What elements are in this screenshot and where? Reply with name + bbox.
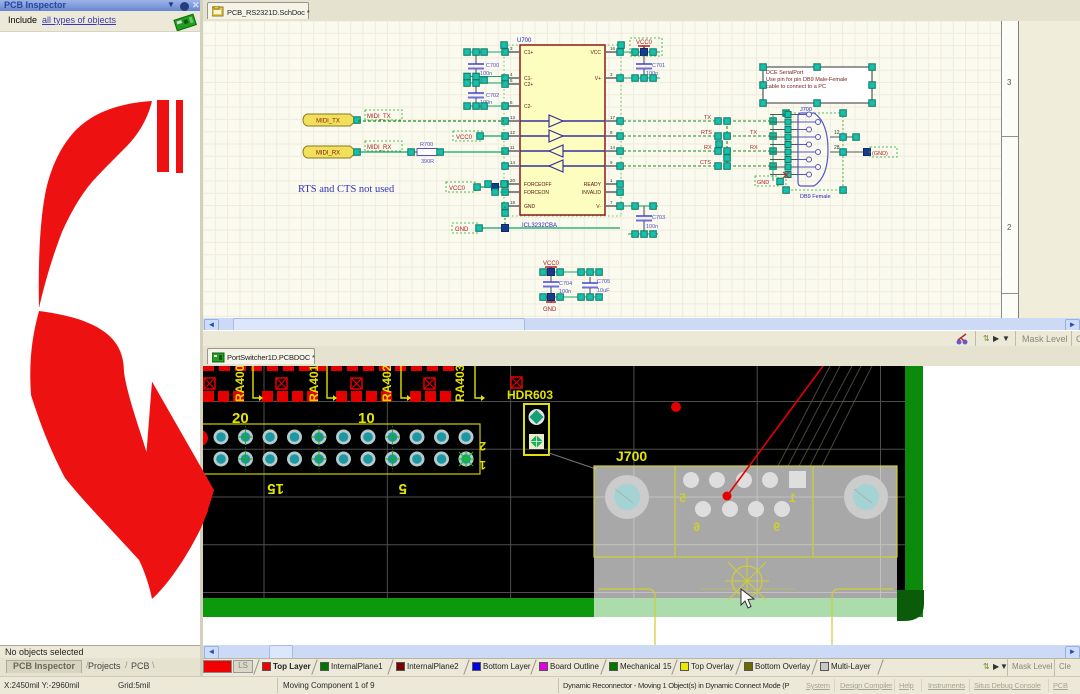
svg-text:6: 6 bbox=[693, 520, 700, 534]
svg-text:5: 5 bbox=[399, 480, 407, 497]
svg-text:100n: 100n bbox=[480, 71, 492, 77]
svg-text:READY: READY bbox=[584, 182, 602, 188]
svg-text:9: 9 bbox=[773, 520, 780, 534]
svg-text:18: 18 bbox=[510, 200, 516, 205]
svg-text:cable to connect to a PC: cable to connect to a PC bbox=[766, 84, 826, 90]
svg-text:RTS: RTS bbox=[701, 130, 712, 136]
svg-text:DCE SerialPort: DCE SerialPort bbox=[766, 70, 804, 76]
svg-text:RA402: RA402 bbox=[380, 366, 394, 402]
svg-text:20: 20 bbox=[510, 178, 516, 183]
svg-text:28: 28 bbox=[834, 145, 840, 151]
svg-text:C702: C702 bbox=[486, 93, 499, 99]
svg-text:C1+: C1+ bbox=[524, 50, 533, 56]
svg-text:GND: GND bbox=[543, 307, 557, 313]
svg-text:VCC0: VCC0 bbox=[543, 261, 560, 267]
svg-text:Use pin for pin DB9 Male-Femal: Use pin for pin DB9 Male-Female bbox=[766, 77, 847, 83]
svg-text:12: 12 bbox=[510, 130, 516, 135]
svg-text:13: 13 bbox=[510, 115, 516, 120]
svg-text:CTS: CTS bbox=[700, 160, 711, 166]
svg-text:VCC0: VCC0 bbox=[636, 40, 653, 46]
svg-text:10uF: 10uF bbox=[597, 288, 610, 294]
svg-text:GND: GND bbox=[524, 204, 536, 210]
svg-text:11: 11 bbox=[510, 145, 515, 150]
svg-text:5: 5 bbox=[679, 491, 686, 505]
svg-text:MIDI_RX: MIDI_RX bbox=[367, 145, 391, 151]
svg-text:FORCEON: FORCEON bbox=[524, 190, 549, 196]
svg-text:14: 14 bbox=[510, 160, 516, 165]
svg-text:MIDI_TX: MIDI_TX bbox=[367, 114, 391, 120]
svg-text:C703: C703 bbox=[652, 215, 665, 221]
svg-text:C701: C701 bbox=[652, 63, 665, 69]
svg-text:16: 16 bbox=[610, 46, 616, 51]
svg-text:VCC0: VCC0 bbox=[456, 135, 473, 141]
svg-text:12: 12 bbox=[834, 130, 840, 136]
svg-text:2: 2 bbox=[479, 439, 486, 453]
svg-text:C700: C700 bbox=[486, 63, 499, 69]
svg-text:RX: RX bbox=[750, 145, 758, 151]
svg-text:HDR603: HDR603 bbox=[507, 388, 553, 402]
svg-text:C705: C705 bbox=[597, 279, 610, 285]
svg-text:14: 14 bbox=[610, 145, 616, 150]
svg-text:DB9 Female: DB9 Female bbox=[800, 194, 831, 200]
svg-text:17: 17 bbox=[610, 115, 616, 120]
svg-text:100n: 100n bbox=[646, 224, 658, 230]
svg-text:J700: J700 bbox=[616, 448, 647, 464]
svg-text:10: 10 bbox=[358, 410, 375, 427]
svg-text:C2+: C2+ bbox=[524, 82, 533, 88]
svg-text:C704: C704 bbox=[559, 281, 572, 287]
svg-text:390R: 390R bbox=[421, 159, 434, 165]
svg-text:U700: U700 bbox=[517, 38, 532, 44]
svg-text:V+: V+ bbox=[595, 76, 601, 82]
svg-text:RTS and CTS not used: RTS and CTS not used bbox=[298, 184, 395, 195]
svg-text:TX: TX bbox=[704, 115, 711, 121]
svg-text:FORCEOFF: FORCEOFF bbox=[524, 182, 552, 188]
svg-text:TX: TX bbox=[750, 130, 757, 136]
svg-text:20: 20 bbox=[232, 410, 249, 427]
svg-text:(GND): (GND) bbox=[872, 151, 888, 157]
svg-text:MIDI_RX: MIDI_RX bbox=[316, 151, 340, 157]
svg-text:C2-: C2- bbox=[524, 104, 532, 110]
svg-text:RA401: RA401 bbox=[307, 366, 321, 402]
svg-text:INVALID: INVALID bbox=[582, 190, 601, 196]
svg-text:15: 15 bbox=[267, 480, 284, 497]
svg-text:1: 1 bbox=[479, 458, 486, 472]
svg-text:GND: GND bbox=[455, 227, 469, 233]
svg-text:R700: R700 bbox=[420, 142, 433, 148]
svg-text:RA403: RA403 bbox=[453, 366, 467, 402]
svg-text:RX: RX bbox=[704, 145, 712, 151]
svg-text:VCC0: VCC0 bbox=[449, 186, 466, 192]
svg-text:V-: V- bbox=[596, 204, 601, 210]
svg-text:GND: GND bbox=[757, 180, 769, 186]
svg-text:MIDI_TX: MIDI_TX bbox=[316, 119, 340, 125]
svg-text:VCC: VCC bbox=[590, 50, 601, 56]
svg-text:RA400: RA400 bbox=[233, 366, 247, 402]
svg-text:1: 1 bbox=[789, 491, 796, 505]
